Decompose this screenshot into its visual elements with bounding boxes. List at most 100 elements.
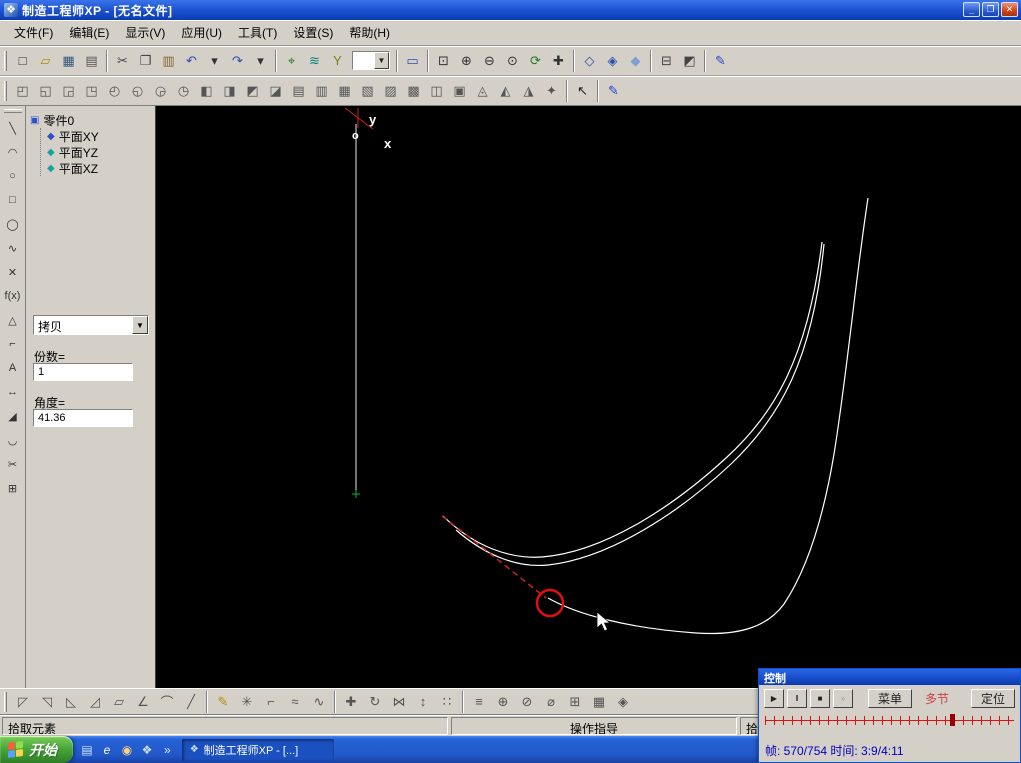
step-button[interactable]: » (833, 689, 853, 708)
sweep-cut-icon[interactable]: ◶ (149, 79, 172, 102)
combine-icon[interactable]: ⊕ (491, 691, 515, 713)
spline-tool-icon[interactable]: ∿ (2, 237, 24, 259)
projection-curve-icon[interactable]: ⌐ (2, 333, 24, 355)
chamfer-feature-icon[interactable]: ◨ (218, 79, 241, 102)
formula-curve-icon[interactable]: f(x) (2, 285, 24, 307)
equidistant-icon[interactable]: ≡ (467, 691, 491, 713)
surface-mirror-icon[interactable]: ◿ (83, 691, 107, 713)
menu-view[interactable]: 显示(V) (117, 20, 173, 45)
scale-tool-icon[interactable]: ↕ (411, 691, 435, 713)
loft-cut-icon[interactable]: ◷ (172, 79, 195, 102)
transform-3d-icon[interactable]: ◭ (494, 79, 517, 102)
new-file-icon[interactable]: □ (11, 49, 34, 72)
render-tool-icon[interactable]: ✦ (540, 79, 563, 102)
shaded-display-icon[interactable]: ◩ (678, 49, 701, 72)
zoom-out-icon[interactable]: ⊖ (478, 49, 501, 72)
select-arrow-icon[interactable]: ↖ (571, 79, 594, 102)
drawing-canvas[interactable]: y o x (156, 106, 1021, 688)
control-window-titlebar[interactable]: 控制 (759, 669, 1020, 685)
filter-icon[interactable]: Y (326, 49, 349, 72)
count-input[interactable] (33, 363, 133, 381)
loft-add-icon[interactable]: ◳ (80, 79, 103, 102)
mirror-tool-icon[interactable]: ⋈ (387, 691, 411, 713)
fillet-curve-icon[interactable]: ◡ (2, 429, 24, 451)
quick-launch-browser-icon[interactable]: e (99, 742, 115, 758)
toolbar-grip[interactable] (3, 109, 22, 113)
fillet-feature-icon[interactable]: ◧ (195, 79, 218, 102)
operation-dropdown[interactable]: 拷贝 ▼ (33, 315, 149, 335)
cut-icon[interactable]: ✂ (111, 49, 134, 72)
paste-icon[interactable]: ▥ (157, 49, 180, 72)
copy-icon[interactable]: ❐ (134, 49, 157, 72)
sketch-edit-icon[interactable]: ✎ (211, 691, 235, 713)
boolean-tool-icon[interactable]: ◮ (517, 79, 540, 102)
pan-view-icon[interactable]: ✚ (547, 49, 570, 72)
zoom-in-icon[interactable]: ⊕ (455, 49, 478, 72)
curve-3d-icon[interactable]: ◬ (471, 79, 494, 102)
circle-tool-icon[interactable]: ○ (2, 165, 24, 187)
section-icon[interactable]: ⊘ (515, 691, 539, 713)
menu-edit[interactable]: 编辑(E) (61, 20, 117, 45)
arc-tool-icon[interactable]: ◠ (2, 141, 24, 163)
menu-settings[interactable]: 设置(S) (285, 20, 341, 45)
angle-input[interactable] (33, 409, 133, 427)
rectangle-tool-icon[interactable]: □ (2, 189, 24, 211)
quick-launch-desktop-icon[interactable]: ▤ (79, 742, 95, 758)
menu-apply[interactable]: 应用(U) (173, 20, 230, 45)
wireframe-display-icon[interactable]: ⊟ (655, 49, 678, 72)
toolbar-grip[interactable] (4, 80, 7, 101)
surface-stitch-icon[interactable]: ◫ (425, 79, 448, 102)
move-tool-icon[interactable]: ✚ (339, 691, 363, 713)
tree-item-plane-xy[interactable]: ◆ 平面XY (47, 128, 153, 144)
surface-extend-icon[interactable]: ◹ (35, 691, 59, 713)
profile-curve-outer[interactable] (442, 241, 823, 558)
shell-feature-icon[interactable]: ▤ (287, 79, 310, 102)
save-icon[interactable]: ▦ (57, 49, 80, 72)
layers-icon[interactable]: ≋ (303, 49, 326, 72)
close-button[interactable]: ✕ (1001, 2, 1018, 17)
menu-tools[interactable]: 工具(T) (230, 20, 285, 45)
undo-icon[interactable]: ↶ (180, 49, 203, 72)
surface-split-icon[interactable]: ∠ (131, 691, 155, 713)
pattern-curve-icon[interactable]: ⊞ (2, 477, 24, 499)
quick-launch-security-icon[interactable]: ◉ (119, 742, 135, 758)
pick-point-icon[interactable]: ⌖ (280, 49, 303, 72)
frame-display-icon[interactable]: ▭ (401, 49, 424, 72)
spline-edit-icon[interactable]: ✳ (235, 691, 259, 713)
view-axonometric-icon[interactable]: ◇ (578, 49, 601, 72)
toolbar-grip[interactable] (4, 50, 7, 71)
titlebar[interactable]: ❖ 制造工程师XP - [无名文件] (0, 0, 1021, 20)
tree-item-plane-xz[interactable]: ◆ 平面XZ (47, 160, 153, 176)
undo-dropdown-icon[interactable]: ▾ (203, 49, 226, 72)
linear-pattern-icon[interactable]: ▦ (333, 79, 356, 102)
pause-button[interactable]: ‖ (787, 689, 807, 708)
redo-icon[interactable]: ↷ (226, 49, 249, 72)
minimize-button[interactable]: _ (963, 2, 980, 17)
curve-smooth-icon[interactable]: ∿ (307, 691, 331, 713)
taskbar-task-button[interactable]: ❖ 制造工程师XP - [...] (181, 738, 334, 761)
ellipse-tool-icon[interactable]: ◯ (2, 213, 24, 235)
surface-stitch-edit-icon[interactable]: ▱ (107, 691, 131, 713)
chevron-down-icon[interactable]: ▼ (132, 316, 148, 334)
mold-tool-icon[interactable]: ▨ (379, 79, 402, 102)
polygon-tool-icon[interactable]: △ (2, 309, 24, 331)
draft-feature-icon[interactable]: ▥ (310, 79, 333, 102)
profile-curve-inner[interactable] (455, 243, 825, 567)
start-button[interactable]: 开始 (0, 736, 73, 763)
multi-section-label[interactable]: 多节 (925, 690, 949, 707)
curve-extend-icon[interactable]: ⌐ (259, 691, 283, 713)
print-icon[interactable]: ▤ (80, 49, 103, 72)
array-tool-icon[interactable]: ∷ (435, 691, 459, 713)
chevron-down-icon[interactable]: ▼ (374, 52, 389, 69)
line-tool-icon[interactable]: ╲ (2, 117, 24, 139)
revolve-add-icon[interactable]: ◱ (34, 79, 57, 102)
playback-timeline[interactable] (765, 712, 1014, 727)
dimension-tool-icon[interactable]: ↔ (2, 381, 24, 403)
point-tool-icon[interactable]: ✕ (2, 261, 24, 283)
text-tool-icon[interactable]: A (2, 357, 24, 379)
stop-button[interactable]: ■ (810, 689, 830, 708)
restore-button[interactable]: ❐ (982, 2, 999, 17)
refresh-view-icon[interactable]: ⟳ (524, 49, 547, 72)
chamfer-curve-icon[interactable]: ◢ (2, 405, 24, 427)
extrude-add-icon[interactable]: ◰ (11, 79, 34, 102)
